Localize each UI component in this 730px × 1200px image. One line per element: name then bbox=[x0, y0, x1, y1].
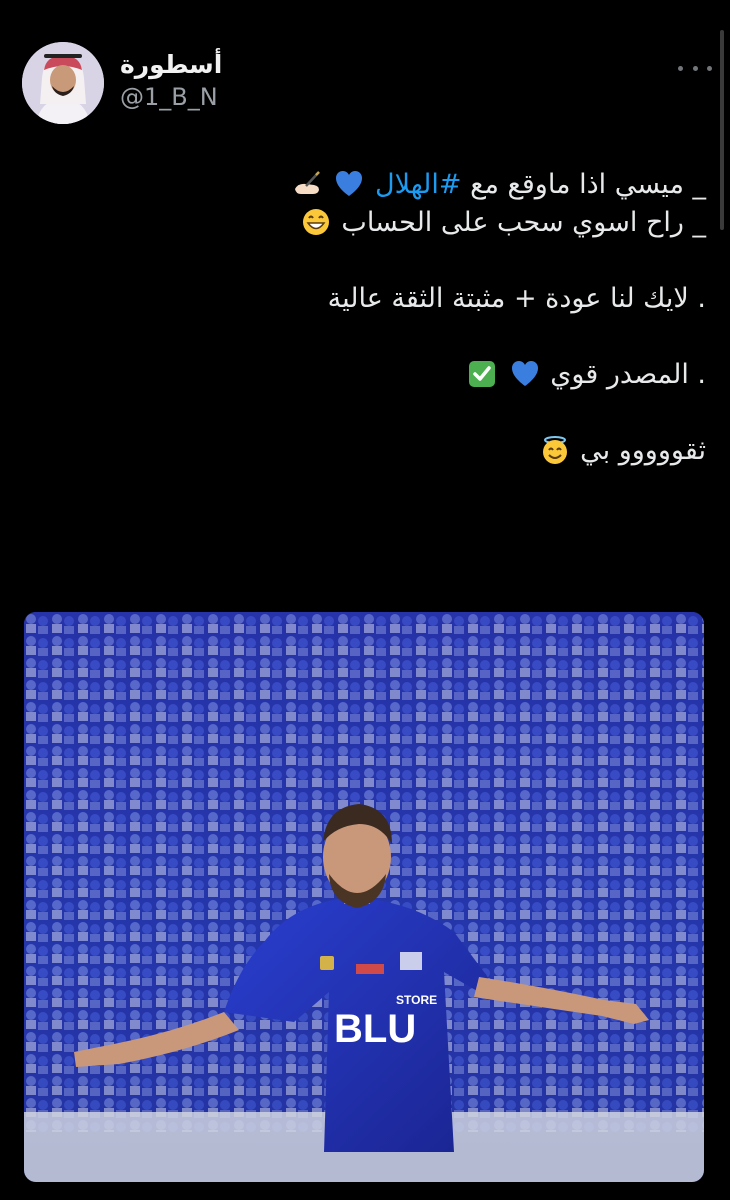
jersey-sponsor-subtext: STORE bbox=[396, 993, 437, 1007]
avatar[interactable] bbox=[22, 42, 104, 124]
hashtag-link[interactable]: #الهلال bbox=[375, 169, 462, 200]
tweet-line-2: _ راح اسوي سحب على الحساب bbox=[46, 204, 706, 242]
tweet-line-1: _ ميسي اذا ماوقع مع #الهلال bbox=[46, 166, 706, 204]
author-handle[interactable]: @1_B_N bbox=[120, 82, 222, 112]
scrollbar[interactable] bbox=[720, 30, 724, 230]
tweet-line-5: ثقووووو بي bbox=[46, 432, 706, 470]
tweet-line-4: . المصدر قوي bbox=[46, 356, 706, 394]
blue-heart-icon bbox=[336, 171, 363, 196]
blue-heart-icon bbox=[511, 361, 538, 386]
tweet-line-3-text: . لايك لنا عودة + مثبتة الثقة عالية bbox=[327, 283, 706, 314]
tweet-line-4-text: . المصدر قوي bbox=[550, 359, 706, 390]
avatar-image bbox=[22, 42, 104, 124]
player-celebration-image: BLU STORE bbox=[24, 612, 704, 1182]
tweet-text: _ ميسي اذا ماوقع مع #الهلال _ راح اسوي س… bbox=[46, 166, 706, 470]
grinning-face-icon bbox=[302, 209, 329, 235]
author-display-name[interactable]: أسطورة bbox=[120, 50, 222, 80]
tweet-line-5-text: ثقووووو بي bbox=[580, 435, 706, 466]
tweet-header: أسطورة @1_B_N bbox=[22, 42, 712, 126]
jersey-sponsor-text: BLU bbox=[334, 1007, 416, 1051]
tweet-line-3: . لايك لنا عودة + مثبتة الثقة عالية bbox=[46, 280, 706, 318]
more-options-icon[interactable] bbox=[678, 58, 712, 78]
tweet-line-2-text: _ راح اسوي سحب على الحساب bbox=[341, 207, 706, 238]
writing-hand-icon bbox=[294, 171, 320, 194]
tweet-media-image[interactable]: BLU STORE bbox=[24, 612, 704, 1182]
smiling-face-with-halo-icon bbox=[542, 436, 567, 464]
tweet-line-1-text: _ ميسي اذا ماوقع مع bbox=[461, 169, 706, 200]
check-mark-button-icon bbox=[469, 361, 496, 387]
